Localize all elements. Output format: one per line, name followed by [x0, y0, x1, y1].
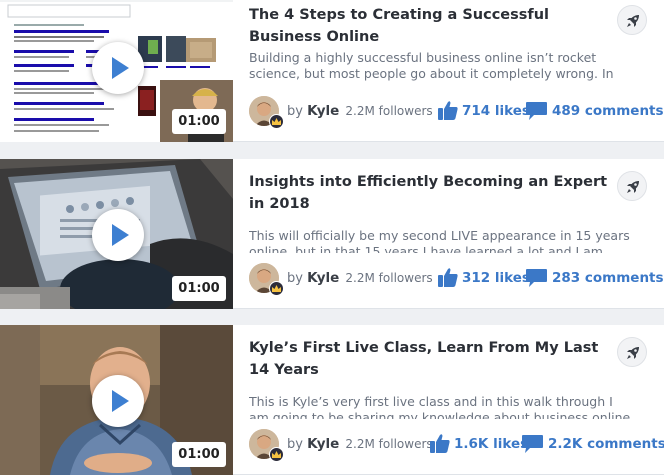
thumbs-up-icon — [430, 434, 450, 453]
thumbs-up-icon — [438, 101, 458, 120]
video-thumbnail[interactable]: 01:00 — [0, 0, 233, 142]
rocket-icon — [627, 347, 639, 359]
comment-count: 489 comments — [552, 103, 664, 119]
follower-count: 2.2M followers — [345, 271, 433, 285]
rocket-icon — [627, 15, 639, 27]
play-button[interactable] — [92, 42, 144, 94]
class-list: 01:00 The 4 Steps to Creating a Successf… — [0, 0, 664, 475]
class-card[interactable]: 01:00 Insights into Efficiently Becoming… — [0, 159, 664, 309]
comment-count: 283 comments — [552, 270, 664, 286]
class-description: This is Kyle’s very first live class and… — [249, 394, 631, 419]
comment-bubble-icon — [526, 269, 547, 287]
comment-bubble-icon — [526, 102, 547, 120]
class-meta: by Kyle 2.2M followers 312 likes 283 com… — [249, 263, 664, 296]
boost-button[interactable] — [617, 171, 647, 201]
author-prefix: by — [287, 437, 303, 452]
author-line: by Kyle 2.2M followers — [287, 270, 433, 286]
author-line: by Kyle 2.2M followers — [287, 103, 433, 119]
video-thumbnail[interactable]: 01:00 — [0, 159, 233, 309]
follower-count: 2.2M followers — [345, 437, 433, 451]
author-name[interactable]: Kyle — [307, 270, 339, 286]
boost-button[interactable] — [617, 5, 647, 35]
class-title[interactable]: Kyle’s First Live Class, Learn From My L… — [249, 337, 609, 381]
like-count: 312 likes — [462, 270, 530, 286]
author-name[interactable]: Kyle — [307, 103, 339, 119]
video-duration: 01:00 — [172, 276, 226, 301]
like-count: 714 likes — [462, 103, 530, 119]
boost-button[interactable] — [617, 337, 647, 367]
class-description: This will officially be my second LIVE a… — [249, 228, 630, 253]
class-title[interactable]: Insights into Efficiently Becoming an Ex… — [249, 171, 609, 215]
video-thumbnail[interactable]: 01:00 — [0, 325, 233, 475]
rocket-icon — [627, 181, 639, 193]
crown-icon — [269, 114, 284, 129]
class-meta: by Kyle 2.2M followers 1.6K likes 2.2K c… — [249, 429, 664, 462]
crown-icon — [269, 281, 284, 296]
comment-bubble-icon — [522, 435, 543, 453]
play-button[interactable] — [92, 375, 144, 427]
class-title[interactable]: The 4 Steps to Creating a Successful Bus… — [249, 4, 609, 48]
author-line: by Kyle 2.2M followers — [287, 436, 433, 452]
thumbs-up-icon — [438, 268, 458, 287]
class-meta: by Kyle 2.2M followers 714 likes 489 com… — [249, 96, 664, 129]
author-prefix: by — [287, 104, 303, 119]
video-duration: 01:00 — [172, 442, 226, 467]
crown-icon — [269, 447, 284, 462]
like-count: 1.6K likes — [454, 436, 529, 452]
comment-count: 2.2K comments — [548, 436, 664, 452]
class-description: Building a highly successful business on… — [249, 50, 614, 81]
author-prefix: by — [287, 271, 303, 286]
video-duration: 01:00 — [172, 109, 226, 134]
class-card[interactable]: 01:00 The 4 Steps to Creating a Successf… — [0, 0, 664, 142]
class-card[interactable]: 01:00 Kyle’s First Live Class, Learn Fro… — [0, 325, 664, 475]
author-name[interactable]: Kyle — [307, 436, 339, 452]
follower-count: 2.2M followers — [345, 104, 433, 118]
play-button[interactable] — [92, 209, 144, 261]
